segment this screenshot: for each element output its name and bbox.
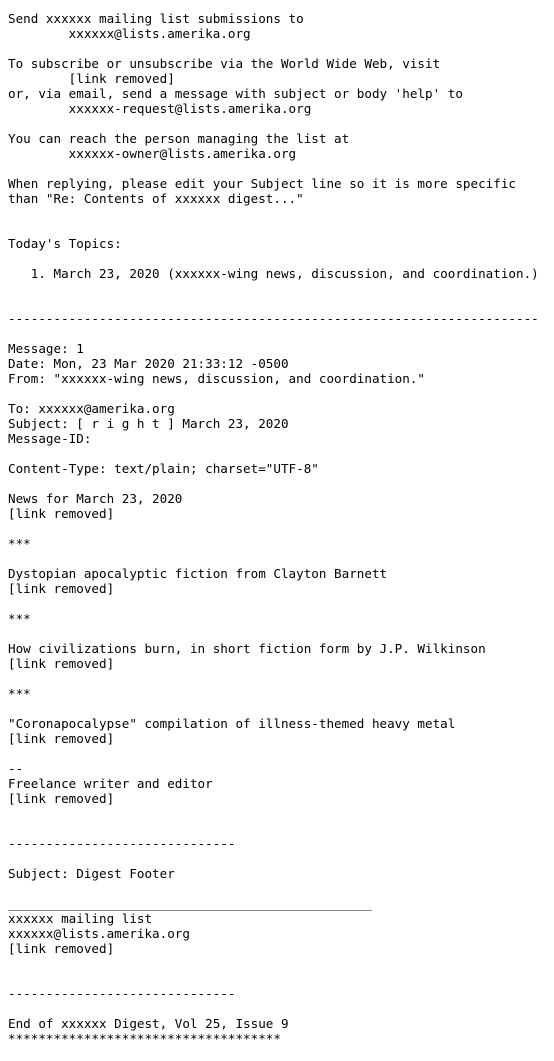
message-number: Message: 1 [8, 341, 84, 356]
text-line: or, via email, send a message with subje… [8, 86, 463, 101]
message-id: Message-ID: [8, 431, 92, 446]
removed-link: [link removed] [8, 731, 115, 746]
text-line: To subscribe or unsubscribe via the Worl… [8, 56, 441, 71]
message-content-type: Content-Type: text/plain; charset="UTF-8… [8, 461, 319, 476]
horizontal-rule: ------------------------------ [8, 986, 236, 1001]
digest-email-body: Send xxxxxx mailing list submissions to … [0, 0, 554, 1061]
star-rule: *** [8, 611, 31, 626]
topics-heading: Today's Topics: [8, 236, 122, 251]
removed-link: [link removed] [8, 656, 115, 671]
digest-end-line: End of xxxxxx Digest, Vol 25, Issue 9 [8, 1016, 289, 1031]
news-heading: News for March 23, 2020 [8, 491, 183, 506]
star-rule: *** [8, 686, 31, 701]
text-line: When replying, please edit your Subject … [8, 176, 516, 191]
underscore-rule: ________________________________________… [8, 896, 372, 911]
message-date: Date: Mon, 23 Mar 2020 21:33:12 -0500 [8, 356, 289, 371]
signature-separator: -- [8, 761, 24, 776]
horizontal-rule: ------------------------------ [8, 836, 236, 851]
text-line: than "Re: Contents of xxxxxx digest..." [8, 191, 304, 206]
topic-item: 1. March 23, 2020 (xxxxxx-wing news, dis… [8, 266, 539, 281]
text-line: You can reach the person managing the li… [8, 131, 350, 146]
star-rule: *** [8, 536, 31, 551]
removed-link: [link removed] [8, 791, 115, 806]
footer-list-name: xxxxxx mailing list [8, 911, 153, 926]
text-line: [link removed] [8, 71, 175, 86]
footer-list-address: xxxxxx@lists.amerika.org [8, 926, 190, 941]
text-line: xxxxxx@lists.amerika.org [8, 26, 251, 41]
removed-link: [link removed] [8, 506, 115, 521]
asterisk-rule: ************************************ [8, 1031, 281, 1046]
text-line: Send xxxxxx mailing list submissions to [8, 11, 304, 26]
news-item-title: How civilizations burn, in short fiction… [8, 641, 486, 656]
message-subject: Subject: [ r i g h t ] March 23, 2020 [8, 416, 289, 431]
news-item-title: Dystopian apocalyptic fiction from Clayt… [8, 566, 388, 581]
plain-text-content: Send xxxxxx mailing list submissions to … [8, 11, 554, 1046]
text-line: xxxxxx-request@lists.amerika.org [8, 101, 312, 116]
signature-text: Freelance writer and editor [8, 776, 213, 791]
message-from: From: "xxxxxx-wing news, discussion, and… [8, 371, 426, 386]
removed-link: [link removed] [8, 581, 115, 596]
text-line: xxxxxx-owner@lists.amerika.org [8, 146, 297, 161]
removed-link: [link removed] [8, 941, 115, 956]
message-to: To: xxxxxx@amerika.org [8, 401, 175, 416]
horizontal-rule: ----------------------------------------… [8, 311, 539, 326]
footer-subject: Subject: Digest Footer [8, 866, 175, 881]
news-item-title: "Coronapocalypse" compilation of illness… [8, 716, 456, 731]
